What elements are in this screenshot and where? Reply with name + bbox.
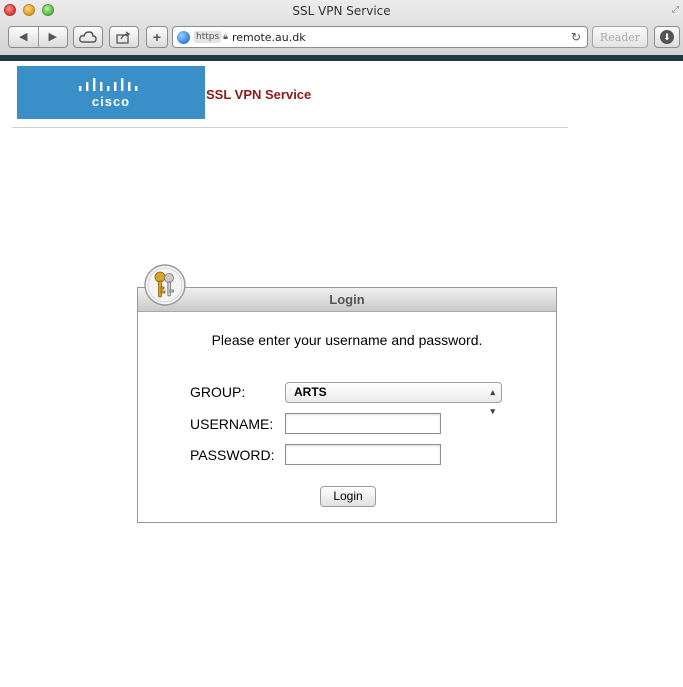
page-title: SSL VPN Service <box>206 87 312 102</box>
select-arrows-icon: ▴ ▾ <box>490 387 495 416</box>
login-panel-title: Login <box>329 292 365 307</box>
downloads-button[interactable]: ⬇ <box>654 26 680 48</box>
new-tab-button[interactable]: + <box>146 26 168 48</box>
address-bar[interactable]: https 🔒︎ remote.au.dk ↻ <box>172 26 588 48</box>
username-input[interactable] <box>285 413 441 434</box>
share-button[interactable] <box>109 26 139 48</box>
back-forward-buttons: ◀ ▶ <box>8 26 68 48</box>
icloud-tabs-button[interactable] <box>73 26 103 48</box>
cisco-bars-icon <box>79 78 138 91</box>
login-button[interactable]: Login <box>320 486 376 507</box>
group-select[interactable]: ARTS ▴ ▾ <box>285 382 502 416</box>
login-panel-header: Login <box>138 288 556 312</box>
url-host: remote.au.dk <box>231 30 306 44</box>
cisco-wordmark: cisco <box>91 94 131 109</box>
password-input[interactable] <box>285 444 441 465</box>
globe-icon <box>177 30 190 44</box>
login-panel: Login Please enter your username and pas… <box>137 287 557 523</box>
forward-icon[interactable]: ▶ <box>37 27 68 47</box>
cloud-icon <box>79 31 97 43</box>
browser-toolbar: SSL VPN Service ⤢ ◀ ▶ + https 🔒︎ remote.… <box>0 0 683 60</box>
password-label: PASSWORD: <box>190 447 275 463</box>
lock-icon: 🔒︎ <box>223 32 228 42</box>
group-label: GROUP: <box>190 384 246 400</box>
plus-icon: + <box>152 29 162 45</box>
username-label: USERNAME: <box>190 416 274 432</box>
share-icon <box>116 30 131 44</box>
reader-button[interactable]: Reader <box>592 26 648 48</box>
cisco-logo: cisco <box>17 66 205 119</box>
header-divider <box>12 127 568 128</box>
bookmarks-bar <box>0 55 683 61</box>
keys-icon <box>144 264 186 306</box>
download-icon: ⬇ <box>660 30 674 44</box>
login-instructions: Please enter your username and password. <box>211 332 483 348</box>
reload-icon[interactable]: ↻ <box>571 30 581 44</box>
back-icon[interactable]: ◀ <box>9 27 38 47</box>
fullscreen-icon[interactable]: ⤢ <box>672 4 679 15</box>
window-title: SSL VPN Service <box>292 4 391 18</box>
https-badge: https <box>194 31 222 43</box>
group-selected-value: ARTS <box>294 385 327 399</box>
